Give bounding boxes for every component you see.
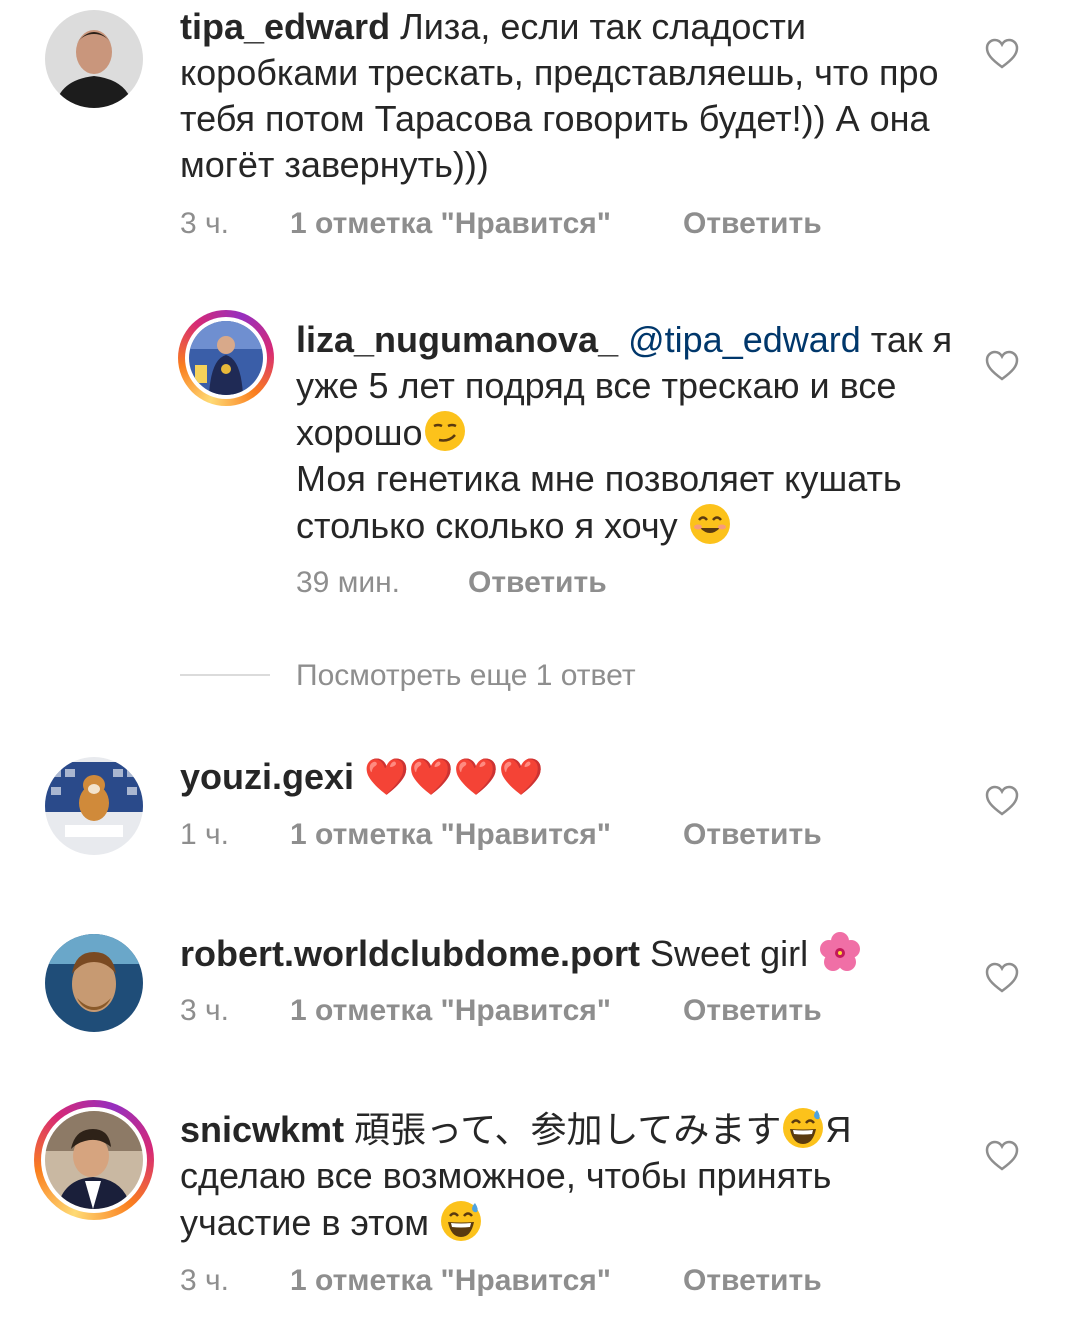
comment-text: Sweet girl (640, 933, 819, 974)
timestamp: 3 ч. (180, 207, 229, 240)
smirking-face-emoji (424, 411, 465, 451)
timestamp: 3 ч. (180, 1264, 229, 1297)
heart-outline-icon[interactable] (985, 962, 1019, 994)
reply-button[interactable]: Ответить (683, 1263, 822, 1299)
avatar[interactable] (45, 10, 143, 108)
smiling-face-emoji (689, 504, 730, 544)
comment-meta: 3 ч. 1 отметка "Нравится" Ответить (180, 206, 822, 242)
reply-button[interactable]: Ответить (683, 206, 822, 242)
hibiscus-emoji (820, 932, 861, 971)
reply-liza-nugumanova: liza_nugumanova_ @tipa_edward так я уже … (0, 305, 1080, 625)
username-link[interactable]: liza_nugumanova_ (296, 319, 618, 360)
comment-text: ❤️❤️❤️❤️ (354, 756, 544, 797)
heart-outline-icon[interactable] (985, 785, 1019, 817)
avatar[interactable] (34, 1100, 154, 1220)
grinning-sweat-emoji (783, 1108, 824, 1148)
heart-outline-icon[interactable] (985, 350, 1019, 382)
comment-meta: 3 ч. 1 отметка "Нравится" Ответить (180, 1263, 822, 1299)
mention-link[interactable]: @tipa_edward (628, 319, 861, 360)
timestamp: 39 мин. (296, 566, 400, 599)
timestamp: 3 ч. (180, 994, 229, 1027)
likes-count-link[interactable]: 1 отметка "Нравится" (290, 206, 683, 242)
comment-body: robert.worldclubdome.port Sweet girl (180, 930, 980, 977)
username-link[interactable]: youzi.gexi (180, 756, 354, 797)
comment-body: liza_nugumanova_ @tipa_edward так я уже … (296, 317, 956, 549)
likes-count-link[interactable]: 1 отметка "Нравится" (290, 817, 683, 853)
comment-text: 頑張って、参加してみます (344, 1109, 782, 1150)
username-link[interactable]: robert.worldclubdome.port (180, 933, 640, 974)
likes-count-link[interactable]: 1 отметка "Нравится" (290, 1263, 683, 1299)
comment-meta: 1 ч. 1 отметка "Нравится" Ответить (180, 817, 822, 853)
comment-youzi-gexi: youzi.gexi ❤️❤️❤️❤️ 1 ч. 1 отметка "Нрав… (0, 740, 1080, 870)
comment-meta: 3 ч. 1 отметка "Нравится" Ответить (180, 993, 822, 1029)
username-link[interactable]: snicwkmt (180, 1109, 344, 1150)
reply-button[interactable]: Ответить (468, 565, 607, 601)
comment-text-line2: Моя генетика мне позволяет кушать стольк… (296, 458, 902, 546)
grinning-sweat-emoji (440, 1201, 481, 1241)
username-link[interactable]: tipa_edward (180, 6, 390, 47)
comment-snicwkmt: snicwkmt 頑張って、参加してみます Я сделаю все возмож… (0, 1098, 1080, 1319)
comment-robert: robert.worldclubdome.port Sweet girl 3 ч… (0, 920, 1080, 1050)
view-more-label: Посмотреть еще 1 ответ (296, 659, 636, 692)
comment-tipa-edward: tipa_edward Лиза, если так сладости коро… (0, 0, 1080, 260)
heart-outline-icon[interactable] (985, 1140, 1019, 1172)
timestamp: 1 ч. (180, 818, 229, 851)
avatar[interactable] (178, 310, 274, 406)
comment-meta: 39 мин. Ответить (296, 565, 607, 601)
avatar[interactable] (45, 757, 143, 855)
reply-button[interactable]: Ответить (683, 817, 822, 853)
likes-count-link[interactable]: 1 отметка "Нравится" (290, 993, 683, 1029)
comment-body: snicwkmt 頑張って、参加してみます Я сделаю все возмож… (180, 1106, 940, 1246)
replies-divider (180, 674, 270, 676)
comment-body: youzi.gexi ❤️❤️❤️❤️ (180, 754, 950, 800)
reply-button[interactable]: Ответить (683, 993, 822, 1029)
comment-body: tipa_edward Лиза, если так сладости коро… (180, 4, 950, 188)
heart-outline-icon[interactable] (985, 38, 1019, 70)
view-more-replies-link[interactable]: Посмотреть еще 1 ответ (296, 658, 636, 694)
avatar[interactable] (45, 934, 143, 1032)
